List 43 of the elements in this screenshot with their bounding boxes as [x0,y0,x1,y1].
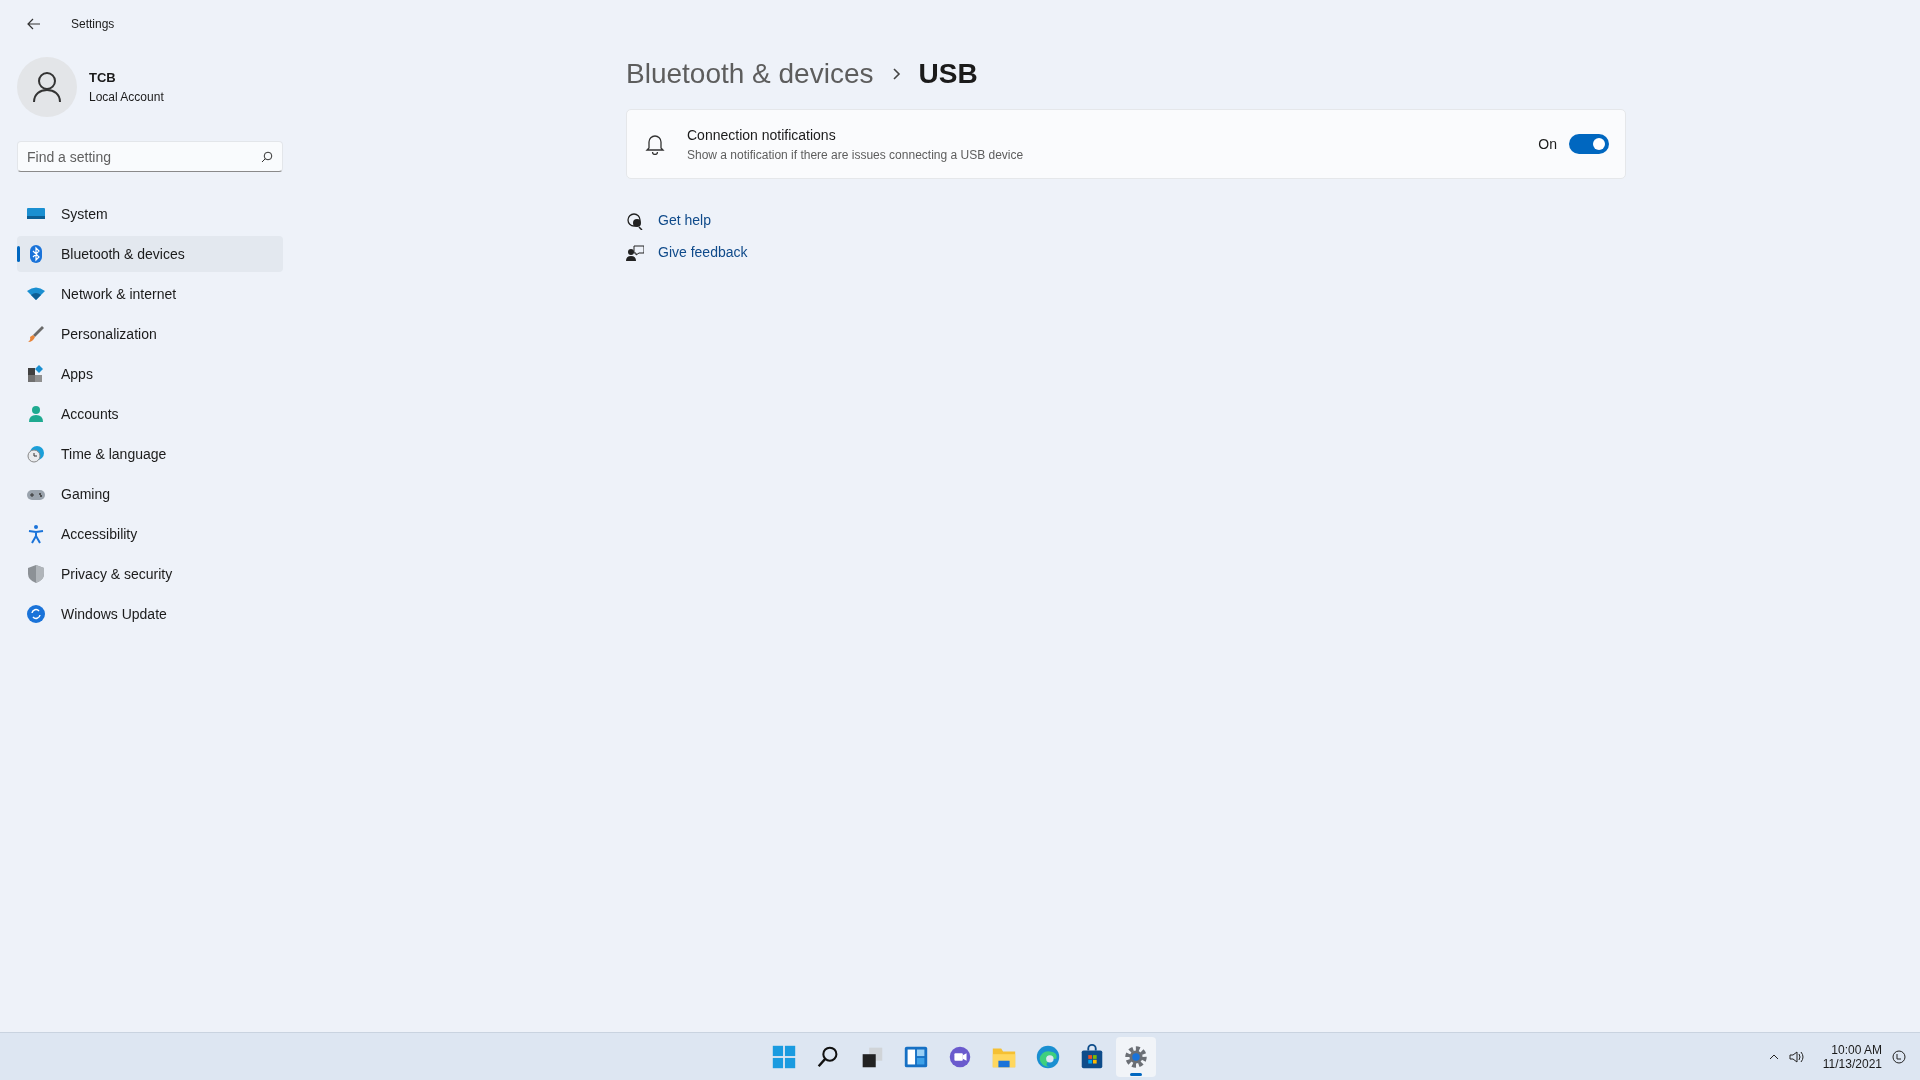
nav-item[interactable]: Personalization [17,316,283,352]
page-title: USB [918,57,978,91]
setting-title: Connection notifications [687,125,837,145]
nav-item[interactable]: Gaming [17,476,283,512]
nav-icon [26,524,46,544]
nav-icon [26,324,46,344]
nav-item[interactable]: Network & internet [17,276,283,312]
setting-description: Show a notification if there are issues connecting a USB device [687,146,1025,164]
volume-icon[interactable] [1788,1050,1805,1064]
active-indicator [1130,1072,1142,1076]
nav-item[interactable]: Time & language [17,436,283,472]
help-link[interactable]: Give feedback [658,242,748,263]
clock-date[interactable]: 11/13/2021 [1822,1057,1882,1071]
nav-icon [26,444,46,464]
search-icon [261,151,273,163]
nav-item[interactable]: Apps [17,356,283,392]
breadcrumb-link[interactable]: Bluetooth & devices [626,53,874,95]
search-field[interactable]: Find a setting [17,141,283,172]
toggle-state-label: On [1538,134,1557,154]
nav-item[interactable]: Accounts [17,396,283,432]
chevron-up-icon[interactable] [1768,1053,1779,1061]
nav-item[interactable]: Bluetooth & devices [17,236,283,272]
nav-item[interactable]: Privacy & security [17,556,283,592]
nav-item[interactable]: Windows Update [17,596,283,632]
nav-icon [26,564,46,584]
link-icon [626,211,644,230]
help-link[interactable]: Get help [658,210,711,231]
nav-icon [26,404,46,424]
account-type: Local Account [89,88,164,106]
back-icon [26,16,42,32]
notification-icon[interactable] [1892,1050,1906,1064]
toggle-switch[interactable] [1569,134,1609,154]
nav-item[interactable]: Accessibility [17,516,283,552]
selection-indicator [17,246,20,262]
bell-icon [645,133,665,155]
nav-icon [26,364,46,384]
account-name: TCB [89,69,117,88]
link-icon [626,243,644,262]
window-title: Settings [71,16,115,33]
nav-item[interactable]: System [17,196,283,232]
chevron-icon [891,67,901,81]
clock-time[interactable]: 10:00 AM [1831,1043,1882,1057]
nav-icon [26,604,46,624]
